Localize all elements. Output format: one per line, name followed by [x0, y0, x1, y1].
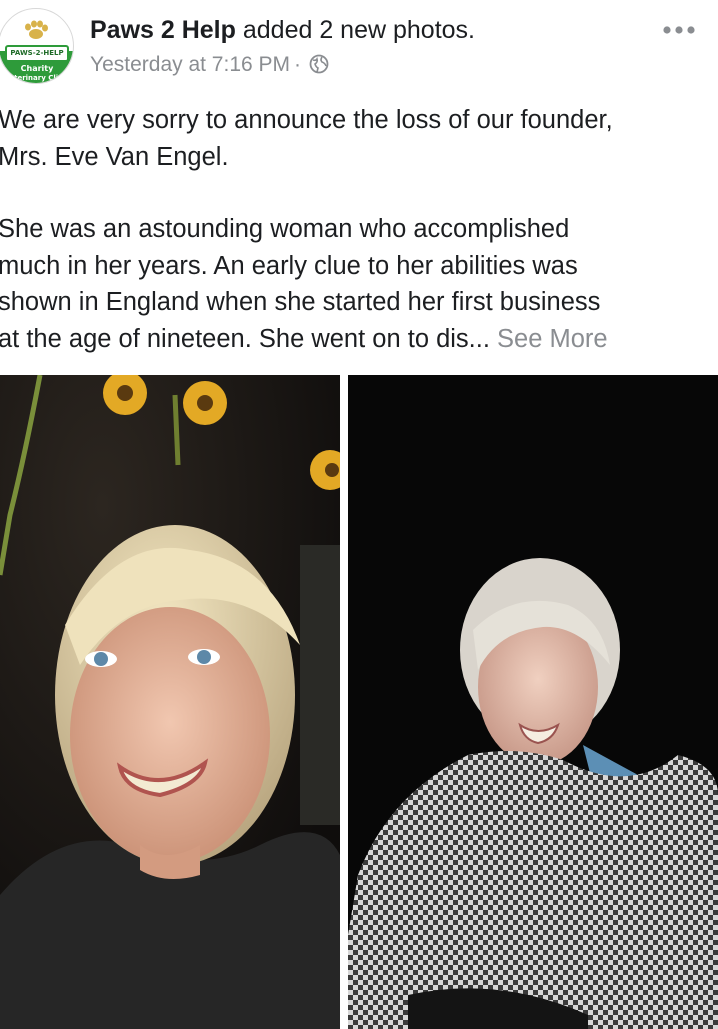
photo-1[interactable]	[0, 375, 340, 1029]
paw-logo-icon	[25, 20, 48, 39]
logo-line-2: Veterinary Clinic	[4, 74, 70, 82]
post-text-line: We are very sorry to announce the loss o…	[0, 106, 613, 134]
post-text-line: She was an astounding woman who accompli…	[0, 215, 570, 243]
post-text-line: Mrs. Eve Van Engel.	[0, 142, 229, 171]
see-more-link[interactable]: See More	[497, 325, 608, 353]
timestamp-link[interactable]: Yesterday at 7:16 PM	[90, 53, 290, 76]
author-line: Paws 2 Help added 2 new photos.	[90, 14, 475, 46]
logo-badge: PAWS-2-HELP	[5, 45, 69, 62]
post-text-line: shown in England when she started her fi…	[0, 288, 601, 316]
photo-2[interactable]	[348, 375, 718, 1029]
post-header: PAWS-2-HELP Charity Veterinary Clinic Pa…	[0, 0, 718, 92]
post-text-line: at the age of nineteen. She went on to d…	[0, 324, 490, 353]
more-options-icon[interactable]	[662, 24, 696, 36]
page-avatar[interactable]: PAWS-2-HELP Charity Veterinary Clinic	[0, 8, 74, 84]
photo-portrait-sunflowers	[0, 375, 340, 1029]
post-body-text: We are very sorry to announce the loss o…	[0, 102, 710, 357]
post-text-line-last: at the age of nineteen. She went on to d…	[0, 321, 710, 358]
globe-icon[interactable]	[309, 54, 329, 74]
post-meta: Yesterday at 7:16 PM ·	[90, 50, 329, 80]
meta-separator: ·	[294, 53, 302, 76]
post-text-line: much in her years. An early clue to her …	[0, 251, 578, 280]
logo-line-1: Charity	[20, 64, 54, 73]
post-action-text: added 2 new photos.	[242, 16, 475, 44]
photo-portrait-dark-background	[348, 375, 718, 1029]
author-name-link[interactable]: Paws 2 Help	[90, 16, 236, 44]
